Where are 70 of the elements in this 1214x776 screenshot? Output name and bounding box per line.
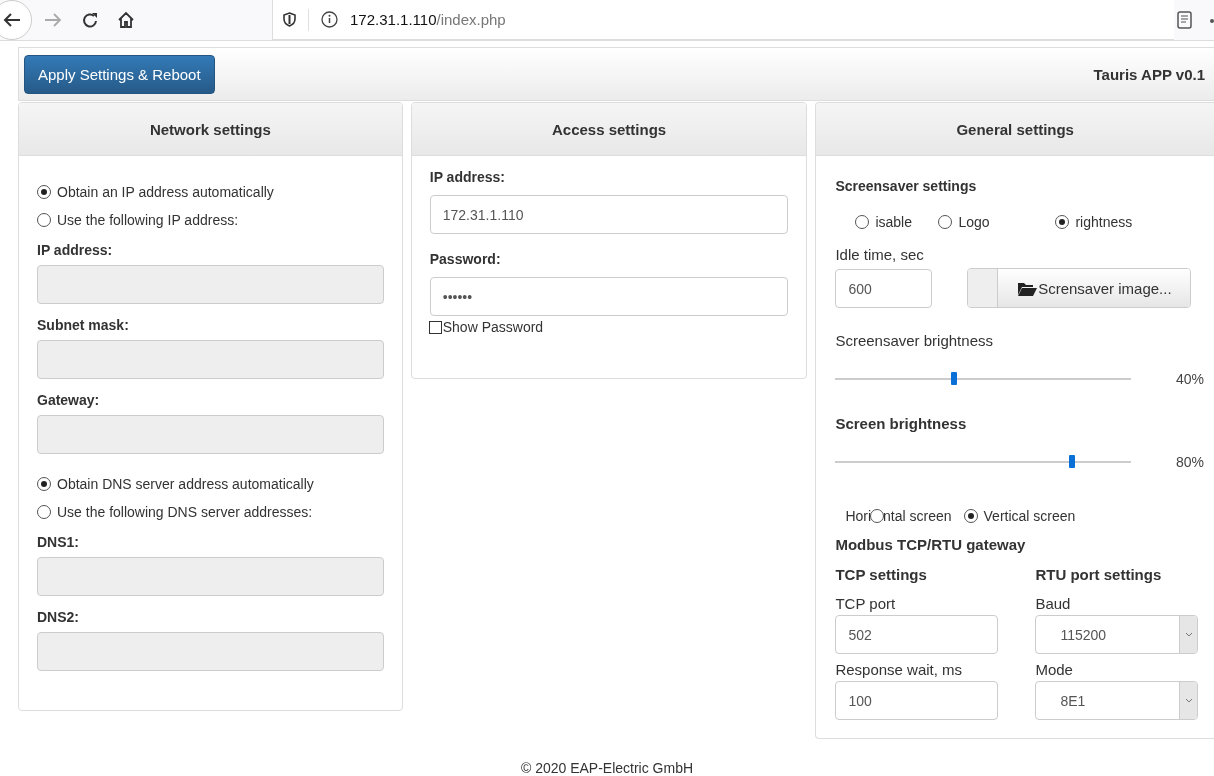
panel-title: General settings (956, 120, 1074, 138)
url-text[interactable]: 172.31.1.110/index.php (350, 11, 506, 28)
screensaver-image-button[interactable]: Scrensaver image... (998, 269, 1191, 307)
field-label: DNS2: (37, 609, 80, 625)
caret-icon (1184, 632, 1193, 637)
field-label: Baud (1035, 595, 1072, 612)
field-label: Subnet mask: (37, 317, 130, 333)
home-button[interactable] (117, 11, 135, 29)
input-field[interactable]: •••••• (429, 277, 789, 316)
slider-label: Screen brightness (835, 415, 968, 432)
slider-value: 40% (1175, 371, 1204, 387)
field-label: Gateway: (37, 392, 101, 408)
slider-label: Screensaver brightness (835, 332, 994, 349)
section-heading: Modbus TCP/RTU gateway (835, 536, 1027, 553)
radio-label: rightness (1075, 214, 1133, 230)
select-field[interactable]: 8E1 (1035, 681, 1199, 720)
input-field[interactable]: 100 (835, 681, 999, 720)
field-label: IP address: (37, 242, 114, 258)
back-button[interactable] (0, 0, 32, 40)
radio-button[interactable] (1055, 215, 1070, 229)
reader-view-icon[interactable] (1177, 11, 1192, 29)
panel-title: Access settings (551, 120, 667, 138)
field-label: IP address: (429, 169, 506, 185)
radio-button[interactable] (938, 215, 953, 229)
file-picker[interactable]: Scrensaver image... (967, 268, 1192, 308)
field-label: Mode (1035, 661, 1074, 678)
select-field[interactable]: 115200 (1035, 615, 1199, 654)
radio-button[interactable] (37, 185, 51, 199)
field-label: Idle time, sec (835, 246, 925, 263)
app-title: Tauris APP v0.1 (1093, 65, 1205, 83)
footer-text: © 2020 EAP-Electric GmbH (520, 760, 694, 776)
apply-reboot-button[interactable]: Apply Settings & Reboot (24, 54, 215, 94)
folder-icon (1017, 280, 1038, 296)
radio-button[interactable] (37, 477, 51, 491)
reload-button[interactable] (82, 11, 99, 29)
field-label: DNS1: (37, 534, 80, 550)
field-label: Password: (429, 251, 502, 267)
radio-label: Obtain an IP address automatically (57, 184, 274, 200)
column-heading: RTU port settings (1035, 566, 1163, 583)
checkbox-label: Show Password (442, 319, 544, 335)
radio-label: Use the following IP address: (57, 212, 239, 228)
input-field[interactable]: 600 (835, 269, 933, 308)
input-field[interactable]: 502 (835, 615, 999, 654)
slider-value: 80% (1175, 454, 1204, 470)
menu-dot-icon[interactable] (1210, 19, 1214, 23)
radio-button[interactable] (37, 505, 51, 519)
radio-label: Vertical screen (983, 508, 1076, 524)
radio-button[interactable] (37, 213, 51, 227)
radio-label: isable (875, 214, 912, 230)
shield-icon[interactable] (283, 12, 296, 27)
radio-button[interactable] (963, 509, 978, 523)
caret-icon (1184, 698, 1193, 703)
radio-label: Obtain DNS server address automatically (57, 476, 314, 492)
column-heading: TCP settings (835, 566, 928, 583)
slider-thumb[interactable] (1069, 455, 1076, 468)
radio-button[interactable] (855, 215, 870, 229)
radio-label: Logo (958, 214, 990, 230)
slider-thumb[interactable] (950, 372, 957, 385)
radio-label: Hori (845, 508, 872, 524)
back-arrow-icon (3, 12, 21, 28)
input-field[interactable]: 172.31.1.110 (429, 195, 789, 234)
panel-title: Network settings (149, 120, 271, 138)
section-heading: Screensaver settings (835, 178, 978, 194)
radio-label: Use the following DNS server addresses: (57, 504, 313, 520)
field-label: TCP port (835, 595, 897, 612)
field-label: Response wait, ms (835, 661, 964, 678)
info-icon[interactable] (321, 11, 338, 28)
radio-label: ntal screen (883, 508, 952, 524)
radio-button[interactable] (870, 509, 885, 523)
checkbox[interactable] (428, 320, 442, 334)
